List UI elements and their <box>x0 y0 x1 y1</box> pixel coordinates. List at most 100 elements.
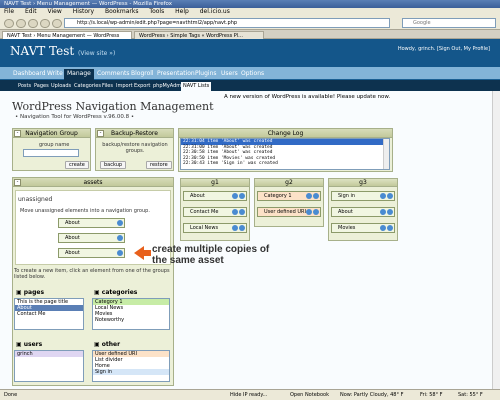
collapse-icon[interactable]: - <box>14 179 21 186</box>
create-button[interactable]: create <box>65 161 89 169</box>
edit-icon[interactable] <box>306 193 312 199</box>
edit-icon[interactable] <box>232 225 238 231</box>
log-scrollbar[interactable] <box>383 139 389 169</box>
back-icon[interactable] <box>4 19 14 28</box>
list-item[interactable]: grinch <box>15 351 83 357</box>
submenu-files[interactable]: Files <box>100 82 115 91</box>
edit-icon[interactable] <box>117 220 123 226</box>
search-input[interactable]: Google <box>402 18 496 28</box>
forward-icon[interactable] <box>16 19 26 28</box>
edit-icon[interactable] <box>380 225 386 231</box>
delete-icon[interactable] <box>313 193 319 199</box>
menu-plugins[interactable]: Plugins <box>192 69 220 80</box>
delete-icon[interactable] <box>239 193 245 199</box>
delete-icon[interactable] <box>387 209 393 215</box>
list-item[interactable]: Noteworthy <box>93 317 169 323</box>
menu-write[interactable]: Write <box>44 69 66 80</box>
backup-button[interactable]: backup <box>100 161 127 169</box>
edit-icon[interactable] <box>380 209 386 215</box>
submenu-uploads[interactable]: Uploads <box>49 82 73 91</box>
menu-help[interactable]: Help <box>175 8 189 15</box>
restore-button[interactable]: restore <box>146 161 172 169</box>
group-item[interactable]: About <box>331 207 395 217</box>
submenu-posts[interactable]: Posts <box>16 82 33 91</box>
menu-file[interactable]: File <box>4 8 14 15</box>
group-name-label: group name <box>39 142 70 148</box>
menu-comments[interactable]: Comments <box>94 69 133 80</box>
user-greeting[interactable]: Howdy, grinch. [Sign Out, My Profile] <box>398 46 490 52</box>
unassigned-item[interactable]: About <box>58 248 125 258</box>
collapse-icon[interactable]: ▣ <box>94 289 102 296</box>
edit-icon[interactable] <box>232 193 238 199</box>
delete-icon[interactable] <box>387 225 393 231</box>
collapse-icon[interactable]: ▣ <box>16 289 24 296</box>
collapse-icon[interactable]: ▣ <box>16 341 24 348</box>
edit-icon[interactable] <box>306 209 312 215</box>
change-log-list[interactable]: 22:31:04 item 'About' was created 22:31:… <box>180 138 390 170</box>
menu-blogroll[interactable]: Blogroll <box>128 69 157 80</box>
menu-history[interactable]: History <box>73 8 94 15</box>
menu-options[interactable]: Options <box>238 69 267 80</box>
menu-edit[interactable]: Edit <box>25 8 37 15</box>
delete-icon[interactable] <box>313 209 319 215</box>
other-list[interactable]: User defined URI List divider Home Sign … <box>92 350 170 382</box>
change-log-header: Change Log <box>179 129 392 138</box>
list-item[interactable]: Sign in <box>93 369 169 375</box>
log-entry[interactable]: 22:30:43 item 'Sign in' was created <box>181 161 389 167</box>
site-title-text: NAVT Test <box>10 44 75 58</box>
group-item[interactable]: User defined URI <box>257 207 321 217</box>
group-item[interactable]: Contact Me <box>183 207 247 217</box>
delete-icon[interactable] <box>387 193 393 199</box>
group-item[interactable]: Sign in <box>331 191 395 201</box>
group-g2-header[interactable]: g2 <box>254 178 324 187</box>
update-notice[interactable]: A new version of WordPress is available!… <box>224 94 390 100</box>
menu-delicious[interactable]: del.icio.us <box>200 8 230 15</box>
view-site-link[interactable]: (View site ») <box>78 50 115 57</box>
menu-dashboard[interactable]: Dashboard <box>10 69 49 80</box>
group-item[interactable]: Movies <box>331 223 395 233</box>
status-item[interactable]: Hide IP ready... <box>230 390 267 400</box>
weather-now[interactable]: Now: Partly Cloudy, 48° F <box>340 390 403 400</box>
edit-icon[interactable] <box>117 235 123 241</box>
menu-tools[interactable]: Tools <box>149 8 164 15</box>
weather-fri[interactable]: Fri: 58° F <box>420 390 443 400</box>
delete-icon[interactable] <box>239 209 245 215</box>
page-scrollbar[interactable] <box>492 91 500 389</box>
edit-icon[interactable] <box>117 250 123 256</box>
group-g1-header[interactable]: g1 <box>180 178 250 187</box>
url-bar[interactable]: http://s.local/wp-admin/edit.php?page=na… <box>64 18 390 28</box>
unassigned-item[interactable]: About <box>58 233 125 243</box>
menu-view[interactable]: View <box>48 8 62 15</box>
submenu-export[interactable]: Export <box>132 82 152 91</box>
collapse-icon[interactable]: - <box>97 130 104 137</box>
collapse-icon[interactable]: ▣ <box>94 341 102 348</box>
submenu-navt-lists[interactable]: NAVT Lists <box>181 82 212 91</box>
home-icon[interactable] <box>52 19 62 28</box>
users-list[interactable]: grinch <box>14 350 84 382</box>
edit-icon[interactable] <box>232 209 238 215</box>
group-item[interactable]: Category 1 <box>257 191 321 201</box>
unassigned-label: unassigned <box>18 196 53 203</box>
unassigned-item[interactable]: About <box>58 218 125 228</box>
pages-heading: ▣ pages <box>16 289 44 296</box>
categories-list[interactable]: Category 1 Local News Movies Noteworthy <box>92 298 170 330</box>
browser-tab-active[interactable]: NAVT Test › Menu Management — WordPress <box>2 31 132 39</box>
list-item[interactable]: Contact Me <box>15 311 83 317</box>
stop-icon[interactable] <box>40 19 50 28</box>
submenu-categories[interactable]: Categories <box>72 82 103 91</box>
group-name-input[interactable] <box>23 149 79 157</box>
collapse-icon[interactable]: - <box>14 130 21 137</box>
menu-bookmarks[interactable]: Bookmarks <box>105 8 139 15</box>
weather-sat[interactable]: Sat: 55° F <box>458 390 483 400</box>
group-item[interactable]: Local News <box>183 223 247 233</box>
menu-manage[interactable]: Manage <box>64 69 94 80</box>
group-item[interactable]: About <box>183 191 247 201</box>
reload-icon[interactable] <box>28 19 38 28</box>
submenu-pages[interactable]: Pages <box>32 82 51 91</box>
group-g3-header[interactable]: g3 <box>328 178 398 187</box>
browser-tab[interactable]: WordPress › Simple Tags « WordPress Pl..… <box>134 31 264 39</box>
delete-icon[interactable] <box>239 225 245 231</box>
status-item[interactable]: Open Notebook <box>290 390 329 400</box>
edit-icon[interactable] <box>380 193 386 199</box>
pages-list[interactable]: This is the page title About Contact Me <box>14 298 84 330</box>
